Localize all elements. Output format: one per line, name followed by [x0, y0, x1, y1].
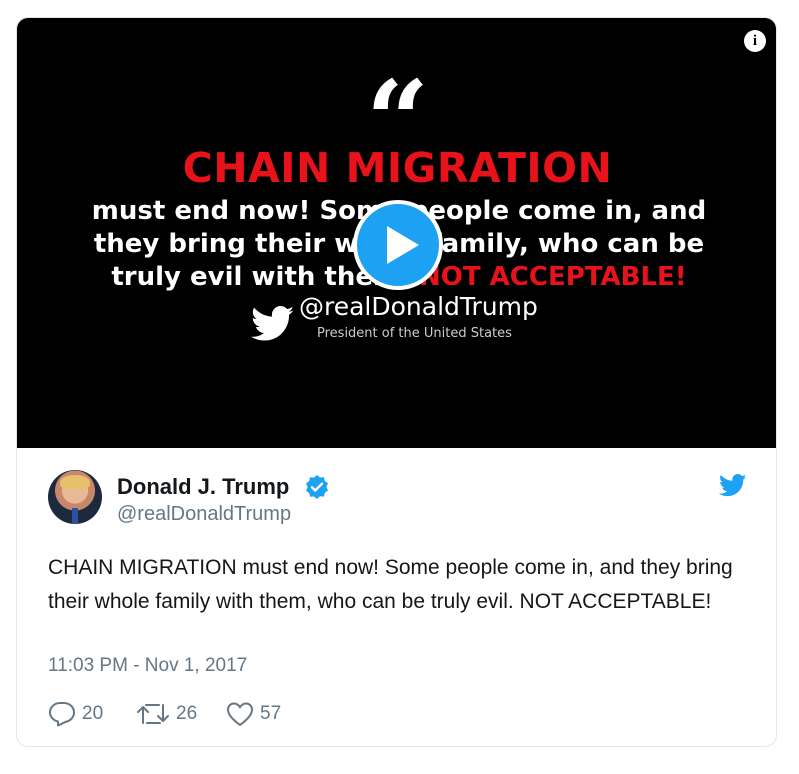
author-handle[interactable]: @realDonaldTrump	[117, 503, 291, 526]
tweet-text: CHAIN MIGRATION must end now! Some peopl…	[48, 556, 733, 613]
verified-badge-icon	[306, 475, 328, 499]
video-thumbnail[interactable]: i “ CHAIN MIGRATION must end now! Some p…	[17, 18, 776, 448]
avatar[interactable]	[48, 470, 102, 524]
reply-button[interactable]: 20	[48, 701, 103, 727]
info-icon[interactable]: i	[744, 30, 766, 52]
reply-icon	[49, 702, 75, 727]
tweet-timestamp[interactable]: 11:03 PM - Nov 1, 2017	[48, 655, 247, 677]
play-button[interactable]	[353, 200, 443, 290]
video-headline: CHAIN MIGRATION	[182, 144, 613, 192]
retweet-count: 26	[176, 703, 198, 724]
author-name[interactable]: Donald J. Trump	[117, 474, 289, 500]
twitter-bird-icon	[251, 306, 294, 341]
like-count: 57	[260, 703, 282, 724]
play-icon	[387, 226, 419, 264]
like-button[interactable]: 57	[226, 701, 281, 727]
reply-count: 20	[82, 703, 104, 724]
retweet-button[interactable]: 26	[136, 701, 197, 727]
video-body-red: NOT ACCEPTABLE!	[419, 262, 687, 292]
signature-title: President of the United States	[317, 326, 512, 341]
retweet-icon	[137, 704, 169, 724]
twitter-logo-icon[interactable]	[719, 474, 747, 497]
embedded-tweet-card: i “ CHAIN MIGRATION must end now! Some p…	[16, 17, 777, 747]
signature-handle: @realDonaldTrump	[299, 292, 538, 321]
heart-icon	[227, 702, 253, 726]
